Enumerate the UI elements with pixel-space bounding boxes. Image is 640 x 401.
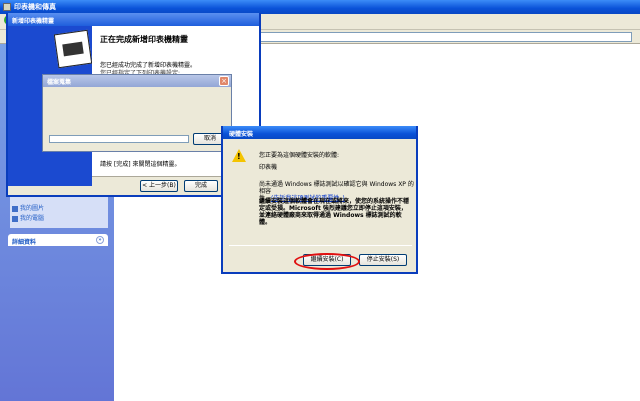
wizard-paragraph-1: 您已經成功完成了新增印表機精靈。: [100, 62, 197, 69]
copy-dialog-title: 檔案蒐集: [43, 75, 231, 87]
details-section-header[interactable]: 詳細資料 »: [8, 234, 108, 246]
side-link-my-computer[interactable]: 我的電腦: [12, 213, 44, 222]
chevron-down-icon[interactable]: »: [96, 236, 104, 244]
back-button[interactable]: < 上一步(B): [140, 180, 178, 192]
wizard-heading: 正在完成新增印表機精靈: [100, 35, 188, 44]
address-field[interactable]: [260, 32, 632, 42]
copy-progress-bar: [49, 135, 189, 143]
printer-icon: [53, 29, 93, 69]
divider: [229, 245, 412, 246]
main-window-titlebar: 印表機和傳真: [0, 0, 640, 14]
file-copy-dialog: 檔案蒐集 × 取消: [42, 74, 232, 152]
main-window-title: 印表機和傳真: [14, 3, 56, 11]
side-link-my-pictures[interactable]: 我的圖片: [12, 203, 44, 212]
hw-warning-text: 繼續安裝這個軟體會在現在或將來，使您的系統操作不穩定或受損。Microsoft …: [259, 198, 410, 226]
stop-install-button[interactable]: 停止安裝(S): [359, 254, 407, 266]
pictures-icon: [12, 205, 18, 212]
hw-device-name: 印表機: [259, 164, 278, 171]
printer-folder-icon: [3, 3, 11, 11]
computer-icon: [12, 215, 18, 222]
warning-icon: [232, 149, 246, 162]
hw-line-1: 您正要為這個硬體安裝的軟體:: [259, 152, 340, 159]
wizard-title: 新增印表機精靈: [8, 13, 259, 26]
hardware-dialog-title: 硬體安裝: [223, 126, 416, 139]
wizard-finish-text: 請按 [完成] 來關閉這個精靈。: [100, 161, 181, 168]
highlight-annotation-circle: [294, 253, 360, 270]
hardware-install-dialog: 硬體安裝 您正要為這個硬體安裝的軟體: 印表機 尚未通過 Windows 標誌測…: [221, 126, 418, 274]
close-icon[interactable]: ×: [219, 76, 229, 86]
finish-button[interactable]: 完成: [184, 180, 218, 192]
